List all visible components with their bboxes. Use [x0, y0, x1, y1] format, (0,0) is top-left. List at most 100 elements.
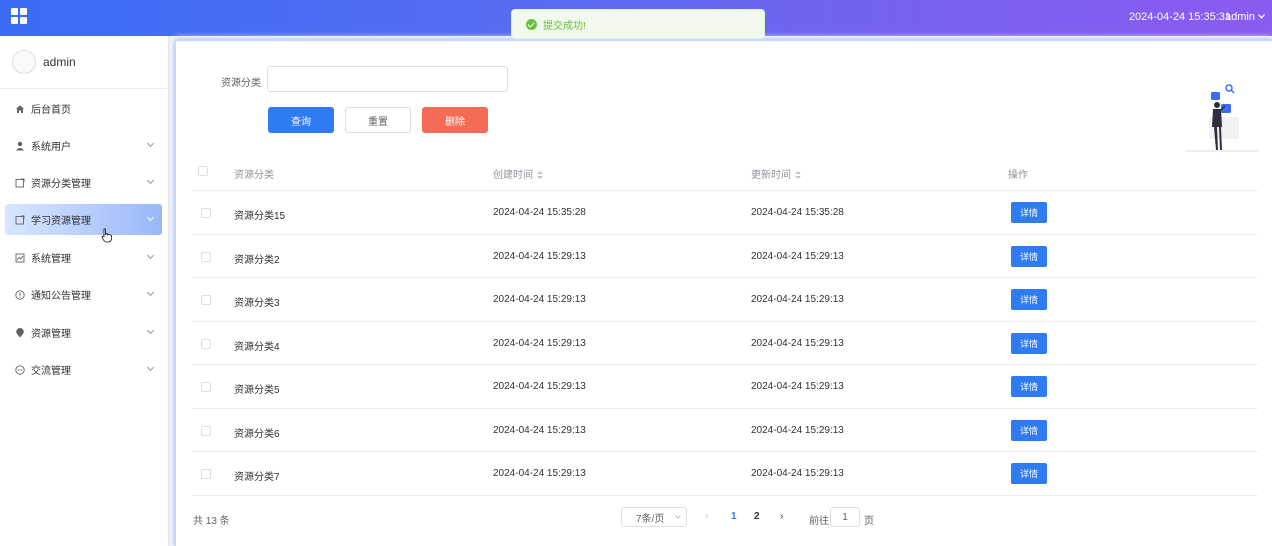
detail-button[interactable]: 详情: [1011, 202, 1047, 223]
column-header-created[interactable]: 创建时间: [493, 166, 543, 181]
cell-category: 资源分类2: [234, 254, 280, 266]
reset-button[interactable]: 重置: [345, 107, 411, 133]
search-illustration: [1185, 84, 1259, 152]
sidebar: admin 后台首页 系统用户 资源分类管理 学习资源管理 系统管理 通知公告管…: [0, 36, 169, 546]
sidebar-item-resources[interactable]: 资源管理: [5, 317, 162, 348]
page-1-button[interactable]: 1: [731, 511, 737, 522]
chevron-down-icon: [146, 363, 155, 372]
table-row: 资源分类4 2024-04-24 15:29:13 2024-04-24 15:…: [192, 322, 1258, 365]
cell-updated: 2024-04-24 15:29:13: [751, 381, 844, 392]
cell-category: 资源分类4: [234, 341, 280, 353]
chat-icon: [15, 364, 25, 375]
cell-category: 资源分类7: [234, 472, 280, 483]
sidebar-item-label: 系统管理: [31, 254, 71, 265]
sidebar-item-label: 资源分类管理: [31, 179, 91, 190]
sidebar-item-resource-category[interactable]: 资源分类管理: [5, 167, 162, 198]
sidebar-item-system-users[interactable]: 系统用户: [5, 130, 162, 161]
cell-updated: 2024-04-24 15:29:13: [751, 294, 844, 305]
pagination-total: 共 13 条: [193, 516, 230, 527]
sidebar-item-label: 系统用户: [31, 142, 71, 153]
cell-created: 2024-04-24 15:29:13: [493, 381, 586, 392]
cell-created: 2024-04-24 15:29:13: [493, 250, 586, 262]
user-menu[interactable]: admin: [1225, 11, 1265, 23]
goto-page-input[interactable]: 1: [830, 507, 860, 527]
pin-icon: [16, 327, 24, 337]
query-button[interactable]: 查询: [268, 107, 334, 133]
row-checkbox[interactable]: [201, 251, 211, 262]
chevron-down-icon: [146, 139, 155, 148]
cell-category: 资源分类15: [234, 211, 286, 222]
table-row: 资源分类5 2024-04-24 15:29:13 2024-04-24 15:…: [192, 365, 1258, 409]
column-header-updated[interactable]: 更新时间: [751, 166, 801, 181]
user-menu-label: admin: [1224, 11, 1255, 23]
info-icon: [15, 289, 25, 300]
cell-updated: 2024-04-24 15:35:28: [751, 207, 844, 218]
cell-category: 资源分类3: [234, 298, 280, 309]
cell-updated: 2024-04-24 15:29:13: [751, 468, 844, 479]
content-panel: 资源分类 查询 重置 删除 资源分类 创建时间 更新时间 操作 资源分类15 2…: [176, 41, 1272, 546]
cell-created: 2024-04-24 15:29:13: [493, 337, 586, 349]
current-datetime: 2024-04-24 15:35:31: [1128, 11, 1231, 23]
table-row: 资源分类7 2024-04-24 15:29:13 2024-04-24 15:…: [192, 452, 1258, 496]
detail-button[interactable]: 详情: [1011, 245, 1047, 267]
page-size-value: 7条/页: [636, 513, 665, 525]
chevron-down-icon: [675, 513, 681, 519]
row-checkbox[interactable]: [201, 425, 211, 436]
sidebar-item-label: 通知公告管理: [31, 291, 91, 302]
prev-page-button[interactable]: ‹: [705, 511, 708, 522]
success-check-icon: [526, 18, 537, 30]
sidebar-item-communication[interactable]: 交流管理: [5, 354, 162, 385]
category-filter-label: 资源分类: [221, 78, 261, 89]
folder-icon: [15, 178, 25, 187]
row-checkbox[interactable]: [201, 382, 211, 392]
table-row: 资源分类6 2024-04-24 15:29:13 2024-04-24 15:…: [192, 409, 1258, 452]
select-all-checkbox[interactable]: [198, 166, 208, 176]
row-checkbox[interactable]: [201, 338, 211, 349]
delete-button[interactable]: 删除: [422, 107, 488, 133]
sidebar-item-label: 交流管理: [31, 366, 71, 377]
cell-created: 2024-04-24 15:29:13: [493, 424, 586, 436]
page-2-button[interactable]: 2: [754, 511, 760, 522]
detail-button[interactable]: 详情: [1011, 376, 1047, 397]
column-header-actions: 操作: [1008, 170, 1028, 181]
cell-created: 2024-04-24 15:29:13: [493, 468, 586, 479]
chevron-down-icon: [146, 326, 155, 335]
row-checkbox[interactable]: [201, 469, 211, 479]
chevron-down-icon: [146, 251, 155, 260]
chevron-down-icon: [146, 213, 155, 222]
chart-icon: [15, 253, 25, 262]
category-filter-input[interactable]: [267, 66, 508, 92]
sidebar-username: admin: [43, 55, 76, 69]
detail-button[interactable]: 详情: [1011, 289, 1047, 310]
home-icon: [16, 104, 24, 113]
chevron-down-icon: [146, 288, 155, 297]
page-size-select[interactable]: 7条/页: [621, 507, 687, 527]
table-row: 资源分类3 2024-04-24 15:29:13 2024-04-24 15:…: [192, 278, 1258, 322]
table-header: 资源分类 创建时间 更新时间 操作: [192, 153, 1258, 191]
sidebar-user: admin: [0, 36, 168, 89]
sidebar-item-system-management[interactable]: 系统管理: [5, 242, 162, 273]
folder-icon: [15, 215, 25, 224]
sort-icon[interactable]: [795, 171, 801, 179]
goto-suffix: 页: [864, 516, 874, 527]
table-row: 资源分类2 2024-04-24 15:29:13 2024-04-24 15:…: [192, 235, 1258, 278]
cell-category: 资源分类6: [234, 428, 280, 440]
sidebar-item-home[interactable]: 后台首页: [5, 93, 162, 124]
avatar: [12, 50, 36, 74]
column-header-created-label: 创建时间: [493, 170, 533, 181]
sidebar-item-learning-resource[interactable]: 学习资源管理: [5, 204, 162, 235]
detail-button[interactable]: 详情: [1011, 332, 1047, 354]
goto-label: 前往: [809, 516, 829, 527]
success-toast: 提交成功!: [511, 9, 765, 39]
apps-grid-icon[interactable]: [11, 8, 27, 24]
sort-icon[interactable]: [537, 171, 543, 179]
column-header-updated-label: 更新时间: [751, 170, 791, 181]
next-page-button[interactable]: ›: [780, 511, 783, 522]
cell-updated: 2024-04-24 15:29:13: [751, 424, 844, 436]
toast-message: 提交成功!: [543, 20, 586, 32]
sidebar-item-notices[interactable]: 通知公告管理: [5, 279, 162, 310]
detail-button[interactable]: 详情: [1011, 419, 1047, 441]
row-checkbox[interactable]: [201, 208, 211, 218]
row-checkbox[interactable]: [201, 295, 211, 305]
detail-button[interactable]: 详情: [1011, 463, 1047, 484]
